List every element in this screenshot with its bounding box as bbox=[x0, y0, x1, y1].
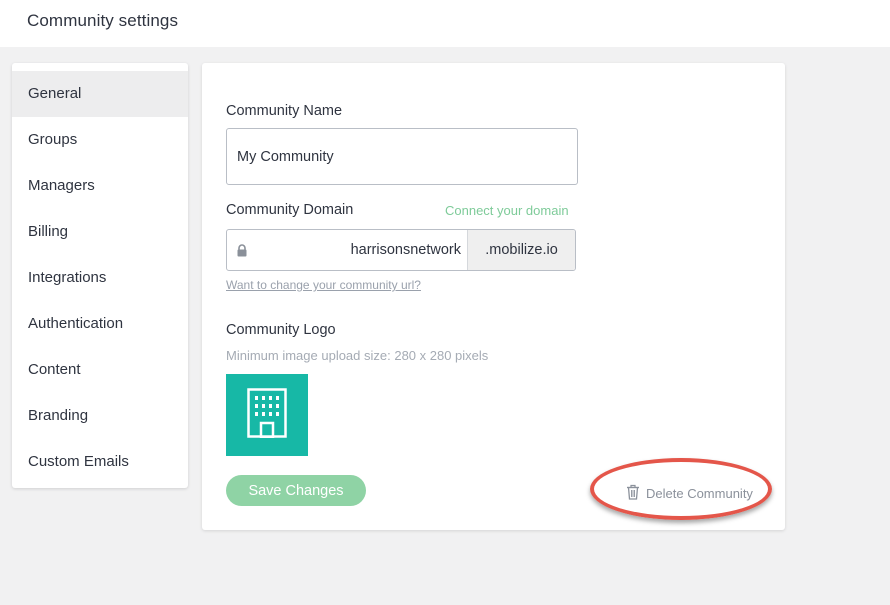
sidebar-item-custom-emails[interactable]: Custom Emails bbox=[12, 439, 188, 485]
community-domain-field: .mobilize.io bbox=[226, 229, 576, 271]
sidebar-item-branding[interactable]: Branding bbox=[12, 393, 188, 439]
logo-size-hint: Minimum image upload size: 280 x 280 pix… bbox=[226, 348, 489, 363]
delete-community-label: Delete Community bbox=[646, 486, 753, 501]
page-title: Community settings bbox=[27, 11, 179, 30]
sidebar-item-authentication[interactable]: Authentication bbox=[12, 301, 188, 347]
sidebar-item-content[interactable]: Content bbox=[12, 347, 188, 393]
sidebar-item-managers[interactable]: Managers bbox=[12, 163, 188, 209]
general-settings-panel: Community Name Community Domain Connect … bbox=[202, 63, 785, 530]
sidebar-item-groups[interactable]: Groups bbox=[12, 117, 188, 163]
change-url-link[interactable]: Want to change your community url? bbox=[226, 278, 421, 292]
community-domain-label: Community Domain bbox=[226, 202, 354, 218]
save-changes-button[interactable]: Save Changes bbox=[226, 475, 366, 506]
sidebar-item-general[interactable]: General bbox=[12, 71, 188, 117]
sidebar-item-billing[interactable]: Billing bbox=[12, 209, 188, 255]
community-domain-input[interactable] bbox=[257, 230, 467, 270]
delete-community-link[interactable]: Delete Community bbox=[626, 484, 753, 503]
top-bar: Community settings bbox=[0, 0, 890, 47]
community-logo-label: Community Logo bbox=[226, 322, 336, 338]
domain-suffix: .mobilize.io bbox=[467, 230, 575, 270]
settings-sidebar: General Groups Managers Billing Integrat… bbox=[12, 63, 188, 488]
community-logo[interactable] bbox=[226, 374, 308, 456]
sidebar-item-integrations[interactable]: Integrations bbox=[12, 255, 188, 301]
building-icon bbox=[247, 387, 287, 443]
community-name-input[interactable] bbox=[226, 128, 578, 185]
trash-icon bbox=[626, 484, 640, 503]
connect-domain-link[interactable]: Connect your domain bbox=[445, 203, 569, 218]
community-name-label: Community Name bbox=[226, 103, 343, 119]
lock-icon bbox=[227, 230, 257, 270]
